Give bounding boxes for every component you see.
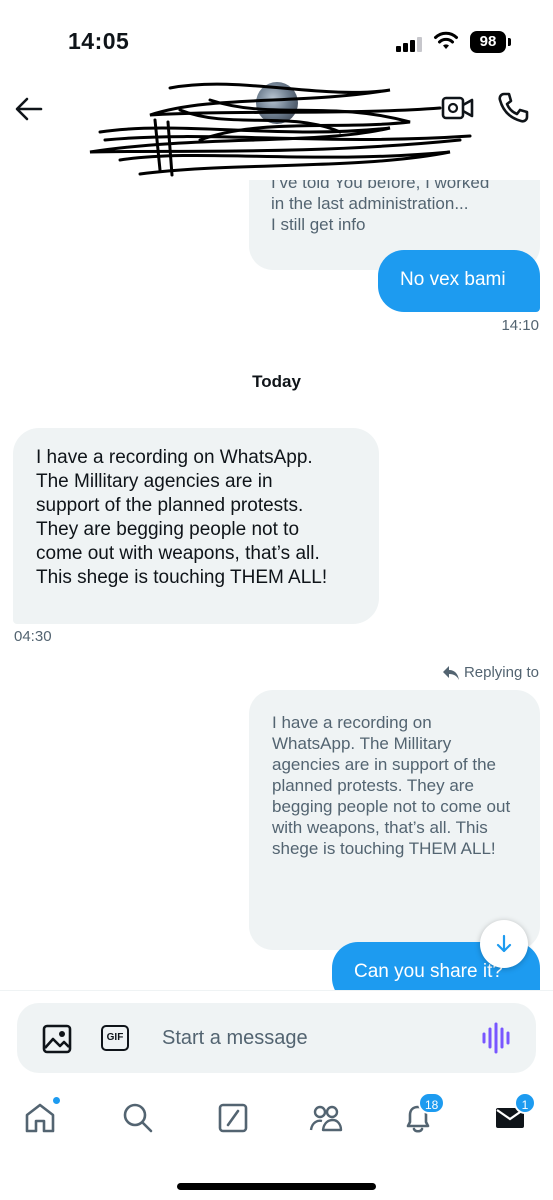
outgoing-message[interactable]: No vex bami (378, 250, 540, 312)
battery-icon: 98 (470, 31, 506, 53)
tab-home[interactable] (18, 1096, 62, 1140)
composer-area: GIF (0, 990, 553, 1078)
tab-notifications[interactable]: 18 (396, 1092, 446, 1140)
tab-communities[interactable] (304, 1096, 348, 1140)
contact-info[interactable] (60, 70, 480, 185)
voice-call-button[interactable] (496, 91, 530, 125)
home-indicator (177, 1183, 376, 1190)
quote-text: I have a recording on WhatsApp. The Mill… (272, 713, 511, 858)
tab-messages[interactable]: 1 (488, 1092, 536, 1140)
conversation-header (0, 80, 553, 180)
battery-cap (508, 38, 511, 46)
voice-message-button[interactable] (481, 1021, 513, 1055)
image-icon (42, 1024, 72, 1054)
arrow-down-icon (496, 934, 512, 953)
grok-icon (218, 1103, 248, 1133)
back-button[interactable] (12, 92, 46, 126)
video-call-button[interactable] (441, 94, 475, 122)
message-text: No vex bami (400, 269, 506, 290)
voice-waveform-icon (482, 1022, 510, 1054)
signal-icon (396, 36, 426, 52)
search-icon (123, 1103, 153, 1133)
message-text: Can you share it? (354, 961, 503, 982)
message-timestamp: 04:30 (14, 628, 52, 645)
tab-grok[interactable] (211, 1096, 255, 1140)
day-separator: Today (252, 372, 301, 391)
message-input[interactable] (162, 1019, 462, 1057)
notifications-badge: 18 (418, 1092, 446, 1114)
replying-to-label: Replying to (442, 664, 539, 681)
back-arrow-icon (15, 97, 43, 121)
communities-icon (309, 1105, 343, 1132)
redaction-scribble (89, 82, 472, 177)
status-bar: 14:05 98 (0, 0, 553, 80)
incoming-message[interactable]: I have a recording on WhatsApp. The Mill… (13, 428, 379, 624)
message-list[interactable]: I’ve told You before, I worked in the la… (0, 160, 553, 990)
reply-quote[interactable]: I have a recording on WhatsApp. The Mill… (249, 690, 540, 950)
message-timestamp: 14:10 (501, 317, 539, 334)
scroll-to-bottom-button[interactable] (480, 920, 528, 968)
home-unread-dot (52, 1096, 61, 1105)
reply-arrow-icon (442, 665, 459, 680)
phone-icon (498, 92, 529, 123)
add-image-button[interactable] (42, 1024, 72, 1054)
gif-button[interactable]: GIF (101, 1025, 129, 1051)
tab-search[interactable] (116, 1096, 160, 1140)
status-time: 14:05 (68, 28, 130, 54)
wifi-icon (434, 31, 458, 49)
bottom-tab-bar: 18 1 (0, 1078, 553, 1200)
messages-badge: 1 (514, 1092, 536, 1114)
replying-to-text: Replying to (463, 664, 539, 681)
home-icon (25, 1103, 55, 1133)
composer: GIF (17, 1003, 536, 1073)
video-camera-icon (441, 96, 474, 120)
message-text: I have a recording on WhatsApp. The Mill… (36, 447, 328, 588)
